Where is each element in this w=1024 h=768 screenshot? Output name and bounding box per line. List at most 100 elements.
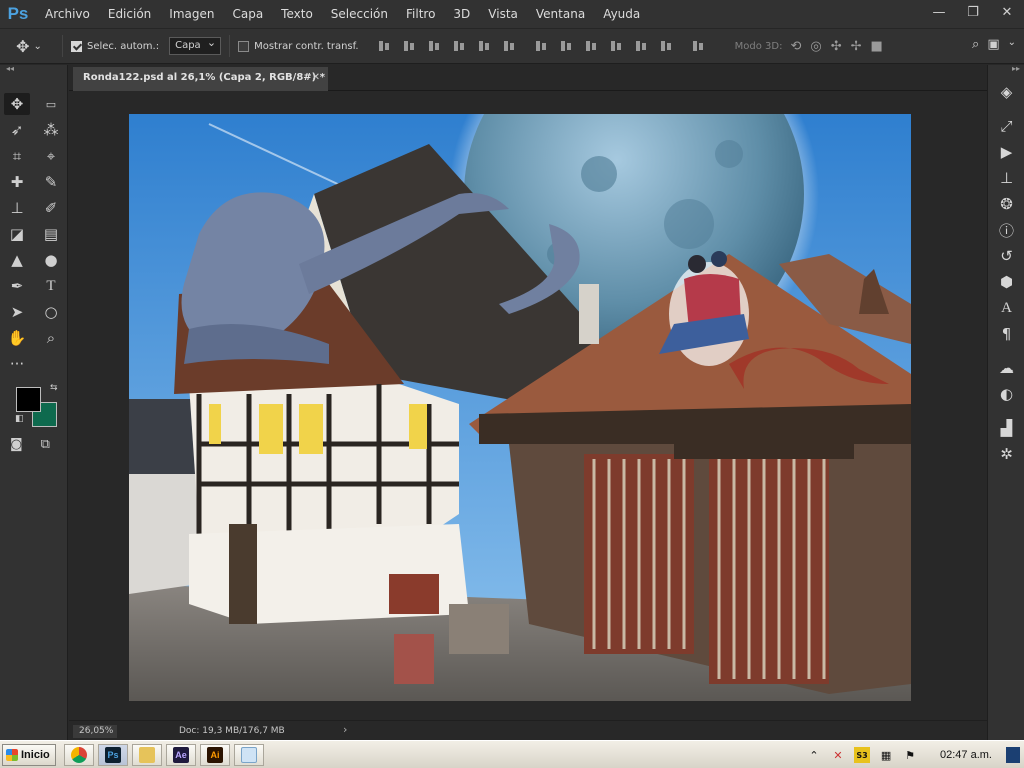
character-icon[interactable]: A [988,295,1024,321]
menu-seleccion[interactable]: Selección [322,0,397,28]
roll-3d-icon[interactable]: ◎ [810,39,821,54]
type-tool-icon[interactable]: T [34,273,68,299]
show-desktop-icon[interactable] [1006,747,1020,763]
app-tray-icon[interactable]: S3 [854,747,871,763]
move-tool-icon[interactable]: ✥ [4,93,30,115]
drag-3d-icon[interactable]: ✣ [831,39,842,54]
chevron-down-icon[interactable]: ⌄ [1008,37,1016,52]
distribute-top-icon[interactable] [534,39,548,53]
clone-source-icon[interactable]: ⊥ [988,165,1024,191]
after-effects-taskbar-button[interactable]: Ae [166,744,196,766]
explorer-taskbar-button[interactable] [132,744,162,766]
swap-colors-icon[interactable]: ⇆ [50,383,58,393]
distribute-bottom-icon[interactable] [584,39,598,53]
document-tab[interactable]: Ronda122.psd al 26,1% (Capa 2, RGB/8#) *… [73,67,328,91]
menu-ayuda[interactable]: Ayuda [594,0,649,28]
default-colors-icon[interactable]: ◧ [15,414,24,424]
blur-tool-icon[interactable]: ▲ [0,247,34,273]
foreground-color-swatch[interactable] [16,387,41,412]
menu-vista[interactable]: Vista [479,0,527,28]
align-top-icon[interactable] [377,39,391,53]
paths-icon[interactable]: ⤢ [988,113,1024,139]
libraries-icon[interactable]: ☁ [988,355,1024,381]
gradient-tool-icon[interactable]: ▤ [34,221,68,247]
actions-icon[interactable]: ▶ [988,139,1024,165]
zoom-level-field[interactable]: 26,05% [73,725,117,738]
more-tools-icon[interactable]: ··· [0,351,34,377]
channels-icon[interactable]: ❂ [988,191,1024,217]
paint-taskbar-button[interactable] [234,744,264,766]
scale-3d-icon[interactable]: ■ [871,39,883,54]
3d-icon[interactable]: ⬢ [988,269,1024,295]
healing-brush-tool-icon[interactable]: ✚ [0,169,34,195]
dodge-tool-icon[interactable]: ● [34,247,68,273]
ellipse-tool-icon[interactable]: ○ [34,299,68,325]
info-icon[interactable]: ⓘ [988,217,1024,243]
auto-select-target-dropdown[interactable]: Capa [169,35,222,55]
adjustments-icon[interactable]: ◐ [988,381,1024,407]
network-icon[interactable]: ▦ [878,747,894,763]
menu-archivo[interactable]: Archivo [36,0,99,28]
menu-texto[interactable]: Texto [272,0,322,28]
chevron-right-icon[interactable]: › [343,723,347,736]
eyedropper-tool-icon[interactable]: ⌖ [34,143,68,169]
artboard-tool-icon[interactable]: ▭ [34,91,68,117]
align-left-icon[interactable] [452,39,466,53]
slide-3d-icon[interactable]: ✢ [851,39,862,54]
search-icon[interactable]: ⌕ [972,37,979,52]
layers-icon[interactable]: ◈ [988,79,1024,105]
photoshop-taskbar-button[interactable]: Ps [98,744,128,766]
auto-select-checkbox[interactable]: Selec. autom.: [71,40,159,52]
show-hidden-icons-icon[interactable]: ⌃ [806,747,822,763]
menu-imagen[interactable]: Imagen [160,0,223,28]
align-bottom-icon[interactable] [427,39,441,53]
screen-mode-icon[interactable]: ⧉ [41,437,50,452]
distribute-left-icon[interactable] [609,39,623,53]
menu-filtro[interactable]: Filtro [397,0,444,28]
distribute-right-icon[interactable] [659,39,673,53]
quick-mask-icon[interactable]: ◙ [10,437,23,452]
align-horizontal-center-icon[interactable] [477,39,491,53]
lasso-tool-icon[interactable]: ➶ [0,117,34,143]
action-center-flag-icon[interactable]: ⚑ [902,747,918,763]
paragraph-icon[interactable]: ¶ [988,321,1024,347]
expand-panels-icon[interactable]: ▸▸ [988,65,1024,75]
menu-edicion[interactable]: Edición [99,0,160,28]
chrome-taskbar-button[interactable] [64,744,94,766]
pen-tool-icon[interactable]: ✒ [0,273,34,299]
illustrator-taskbar-button[interactable]: Ai [200,744,230,766]
history-icon[interactable]: ↺ [988,243,1024,269]
path-selection-tool-icon[interactable]: ➤ [0,299,34,325]
volume-muted-icon[interactable]: ✕ [830,747,846,763]
clock[interactable]: 02:47 a.m. [940,749,992,761]
menu-3d[interactable]: 3D [444,0,479,28]
workspace-switcher-icon[interactable]: ▣ [987,37,999,52]
collapse-panel-icon[interactable]: ◂◂ [0,65,67,75]
align-vertical-center-icon[interactable] [402,39,416,53]
restore-icon[interactable]: ❐ [956,0,990,28]
orbit-3d-icon[interactable]: ⟲ [790,39,801,54]
distribute-vcenter-icon[interactable] [559,39,573,53]
navigator-icon[interactable]: ✲ [988,441,1024,467]
tool-preset-picker[interactable]: ✥ ⌄ [0,37,58,56]
magic-wand-tool-icon[interactable]: ⁂ [34,117,68,143]
minimize-icon[interactable]: — [922,0,956,28]
distribute-hcenter-icon[interactable] [634,39,648,53]
image-canvas[interactable] [129,114,911,701]
menu-capa[interactable]: Capa [223,0,272,28]
menu-ventana[interactable]: Ventana [527,0,594,28]
hand-tool-icon[interactable]: ✋ [0,325,34,351]
crop-tool-icon[interactable]: ⌗ [0,143,34,169]
brush-tool-icon[interactable]: ✎ [34,169,68,195]
close-icon[interactable]: ✕ [990,0,1024,28]
checkbox-unchecked-icon[interactable] [238,40,250,52]
history-brush-tool-icon[interactable]: ✐ [34,195,68,221]
zoom-tool-icon[interactable]: ⌕ [34,325,68,351]
checkbox-checked-icon[interactable] [71,40,82,52]
start-button[interactable]: Inicio [2,744,56,766]
auto-align-icon[interactable] [691,39,705,53]
histogram-icon[interactable]: ▟ [988,415,1024,441]
close-icon[interactable]: ✕ [312,67,320,89]
show-transform-checkbox[interactable]: Mostrar contr. transf. [238,40,359,52]
align-right-icon[interactable] [502,39,516,53]
